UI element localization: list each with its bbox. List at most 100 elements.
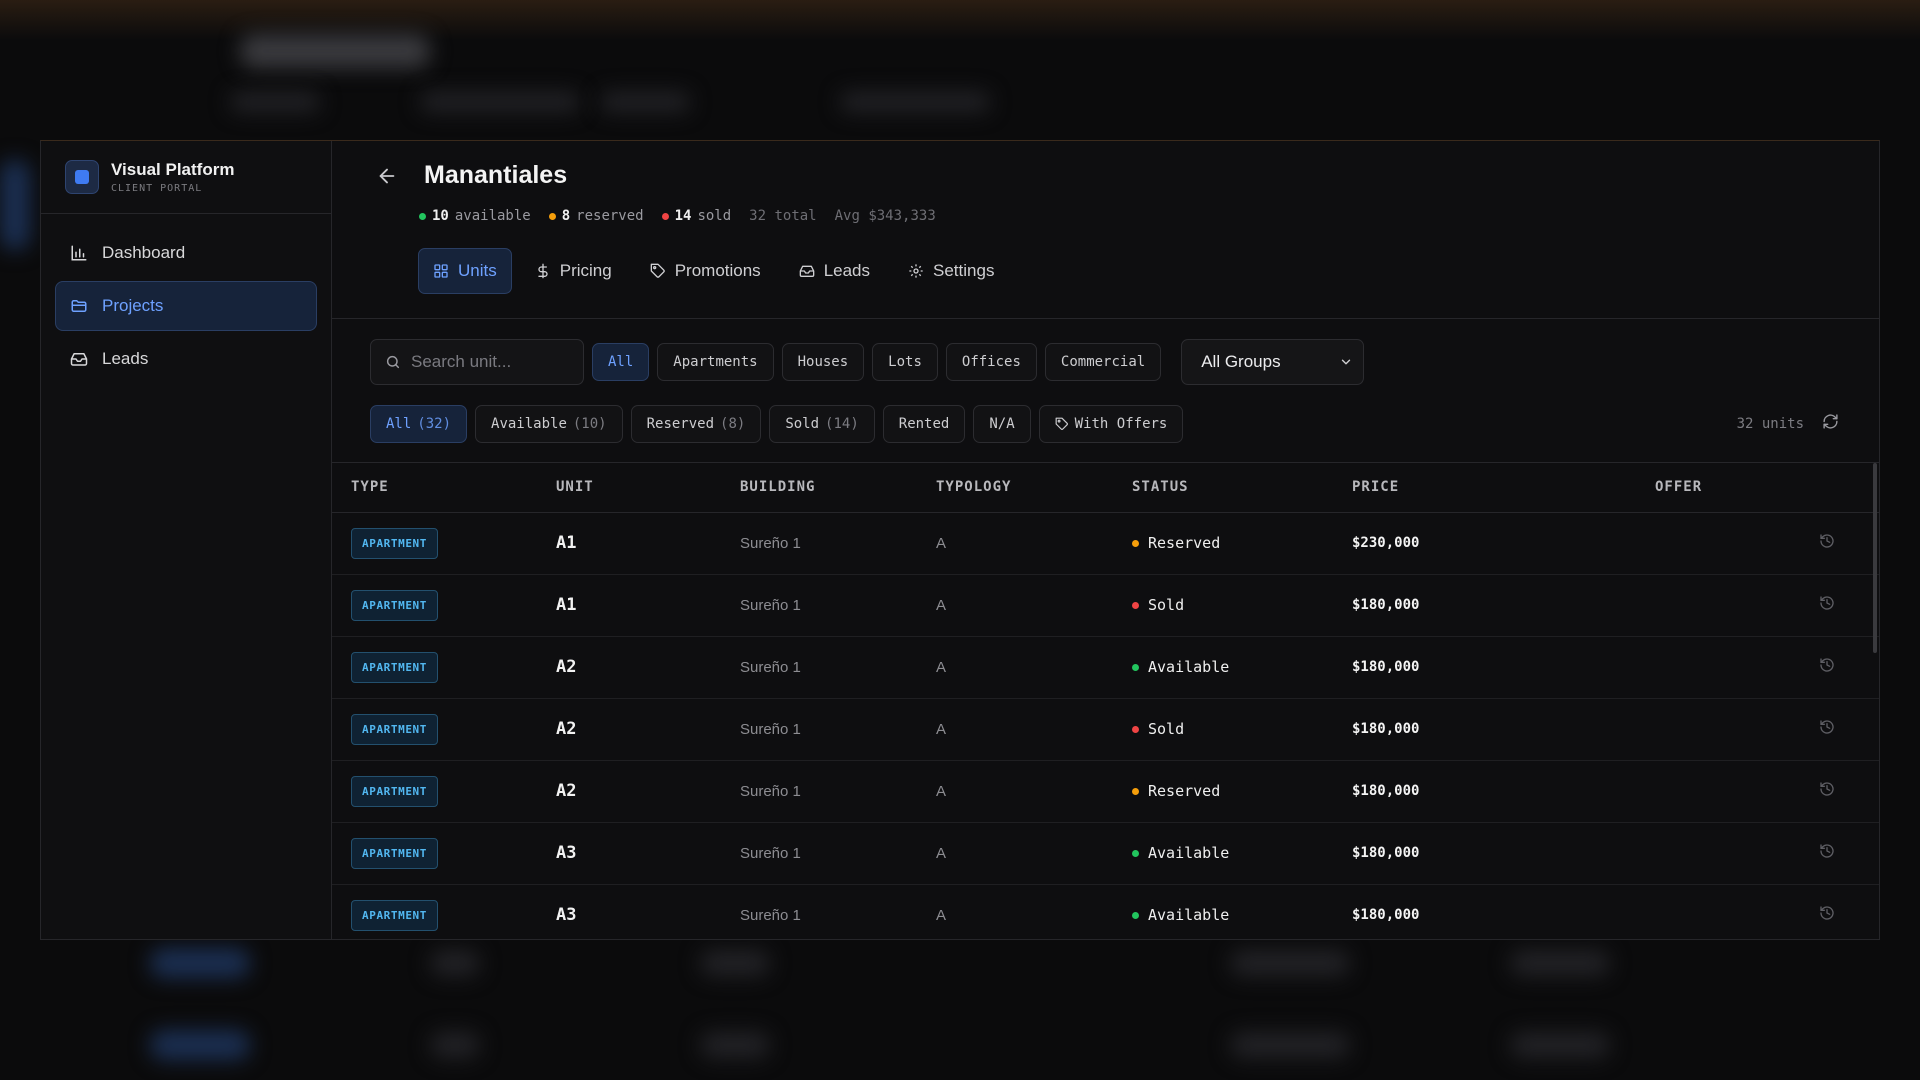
column-header-offer[interactable]: OFFER [1655, 463, 1819, 513]
unit-price: $180,000 [1352, 636, 1655, 699]
unit-price: $180,000 [1352, 698, 1655, 761]
unit-type-badge: APARTMENT [351, 713, 439, 745]
project-header: Manantiales 10 available 8 reserved 14 s… [332, 141, 1879, 319]
type-filter-commercial[interactable]: Commercial [1044, 343, 1162, 381]
tab-units[interactable]: Units [418, 248, 512, 294]
status-filter-all[interactable]: All (32) [370, 405, 468, 443]
column-header-unit[interactable]: UNIT [556, 463, 740, 513]
stat-reserved: 8 reserved [548, 208, 644, 224]
status-badge: Sold [1132, 596, 1352, 614]
typology: A [936, 822, 1132, 885]
status-dot [1132, 601, 1139, 609]
status-filter-reserved[interactable]: Reserved (8) [630, 405, 762, 443]
table-row[interactable]: APARTMENT A2 Sureño 1 A Available $180,0… [332, 636, 1879, 699]
history-button[interactable] [1819, 658, 1835, 677]
scrollbar[interactable] [1873, 463, 1877, 653]
unit-type-badge: APARTMENT [351, 899, 439, 931]
table-row[interactable]: APARTMENT A2 Sureño 1 A Reserved $180,00… [332, 760, 1879, 823]
status-label: Available [1148, 844, 1230, 862]
unit-price: $180,000 [1352, 822, 1655, 885]
history-icon [1820, 534, 1834, 548]
offer-cell [1655, 512, 1819, 575]
typology: A [936, 698, 1132, 761]
tab-settings[interactable]: Settings [893, 248, 1009, 294]
column-header-type[interactable]: TYPE [332, 463, 556, 513]
sidebar-item-label: Dashboard [102, 243, 186, 262]
unit-name: A3 [556, 822, 740, 885]
table-row[interactable]: APARTMENT A3 Sureño 1 A Available $180,0… [332, 884, 1879, 939]
column-header-typology[interactable]: TYPOLOGY [936, 463, 1132, 513]
background-blur-shape [1510, 1032, 1610, 1058]
search-icon [386, 355, 400, 369]
building-name: Sureño 1 [740, 822, 936, 885]
typology: A [936, 636, 1132, 699]
table-header-row: TYPE UNIT BUILDING TYPOLOGY STATUS PRICE… [332, 463, 1879, 513]
history-button[interactable] [1819, 534, 1835, 553]
unit-name: A2 [556, 636, 740, 699]
type-filter-lots[interactable]: Lots [872, 343, 938, 381]
history-icon [1820, 906, 1834, 920]
status-filter-na[interactable]: N/A [973, 405, 1031, 443]
unit-type-badge: APARTMENT [351, 651, 439, 683]
unit-type-badge: APARTMENT [351, 837, 439, 869]
unit-count: 32 units [1736, 416, 1804, 432]
stat-total: 32 total [749, 208, 817, 224]
status-label: Sold [1148, 720, 1185, 738]
status-filter-sold[interactable]: Sold (14) [769, 405, 875, 443]
search-box[interactable] [370, 339, 584, 385]
type-filter-offices[interactable]: Offices [945, 343, 1037, 381]
offer-cell [1655, 636, 1819, 699]
status-filter-available[interactable]: Available (10) [475, 405, 623, 443]
status-filter-with-offers[interactable]: With Offers [1038, 405, 1184, 443]
status-filter-rented[interactable]: Rented [882, 405, 966, 443]
typology: A [936, 512, 1132, 575]
building-name: Sureño 1 [740, 574, 936, 637]
column-header-building[interactable]: BUILDING [740, 463, 936, 513]
status-dot [548, 212, 556, 220]
type-filter-apartments[interactable]: Apartments [657, 343, 774, 381]
status-dot [1132, 725, 1139, 733]
stat-sold: 14 sold [661, 208, 731, 224]
group-select[interactable]: All Groups [1181, 339, 1365, 385]
history-button[interactable] [1819, 782, 1835, 801]
app-subtitle: CLIENT PORTAL [111, 183, 203, 194]
table-row[interactable]: APARTMENT A3 Sureño 1 A Available $180,0… [332, 822, 1879, 885]
back-arrow-icon[interactable] [376, 165, 398, 187]
type-filter-houses[interactable]: Houses [781, 343, 865, 381]
folder-icon [71, 300, 87, 312]
column-header-price[interactable]: PRICE [1352, 463, 1655, 513]
sidebar-item-dashboard[interactable]: Dashboard [55, 228, 317, 278]
search-input[interactable] [411, 352, 571, 372]
tab-pricing[interactable]: Pricing [520, 248, 627, 294]
history-button[interactable] [1819, 844, 1835, 863]
history-button[interactable] [1819, 596, 1835, 615]
column-header-status[interactable]: STATUS [1132, 463, 1352, 513]
app-logo-icon [65, 160, 99, 194]
offer-cell [1655, 574, 1819, 637]
unit-price: $180,000 [1352, 760, 1655, 823]
tab-leads[interactable]: Leads [784, 248, 885, 294]
background-blur-shape [600, 92, 690, 112]
brand[interactable]: Visual Platform CLIENT PORTAL [41, 141, 331, 214]
status-label: Sold [1148, 596, 1185, 614]
history-button[interactable] [1819, 906, 1835, 925]
building-name: Sureño 1 [740, 512, 936, 575]
unit-name: A2 [556, 698, 740, 761]
refresh-button[interactable] [1822, 413, 1839, 435]
tab-promotions[interactable]: Promotions [635, 248, 776, 294]
sidebar-item-label: Leads [102, 349, 149, 368]
offer-cell [1655, 884, 1819, 939]
sidebar-item-leads[interactable]: Leads [55, 334, 317, 384]
grid-icon [434, 264, 448, 278]
table-row[interactable]: APARTMENT A1 Sureño 1 A Sold $180,000 [332, 574, 1879, 637]
table-row[interactable]: APARTMENT A2 Sureño 1 A Sold $180,000 [332, 698, 1879, 761]
history-button[interactable] [1819, 720, 1835, 739]
main-content: Manantiales 10 available 8 reserved 14 s… [332, 141, 1879, 939]
app-window: Visual Platform CLIENT PORTAL Dashboard … [40, 140, 1880, 940]
status-dot [1132, 849, 1139, 857]
table-row[interactable]: APARTMENT A1 Sureño 1 A Reserved $230,00… [332, 512, 1879, 575]
status-label: Available [1148, 906, 1230, 924]
status-badge: Available [1132, 844, 1352, 862]
type-filter-all[interactable]: All [592, 343, 650, 381]
sidebar-item-projects[interactable]: Projects [55, 281, 317, 331]
